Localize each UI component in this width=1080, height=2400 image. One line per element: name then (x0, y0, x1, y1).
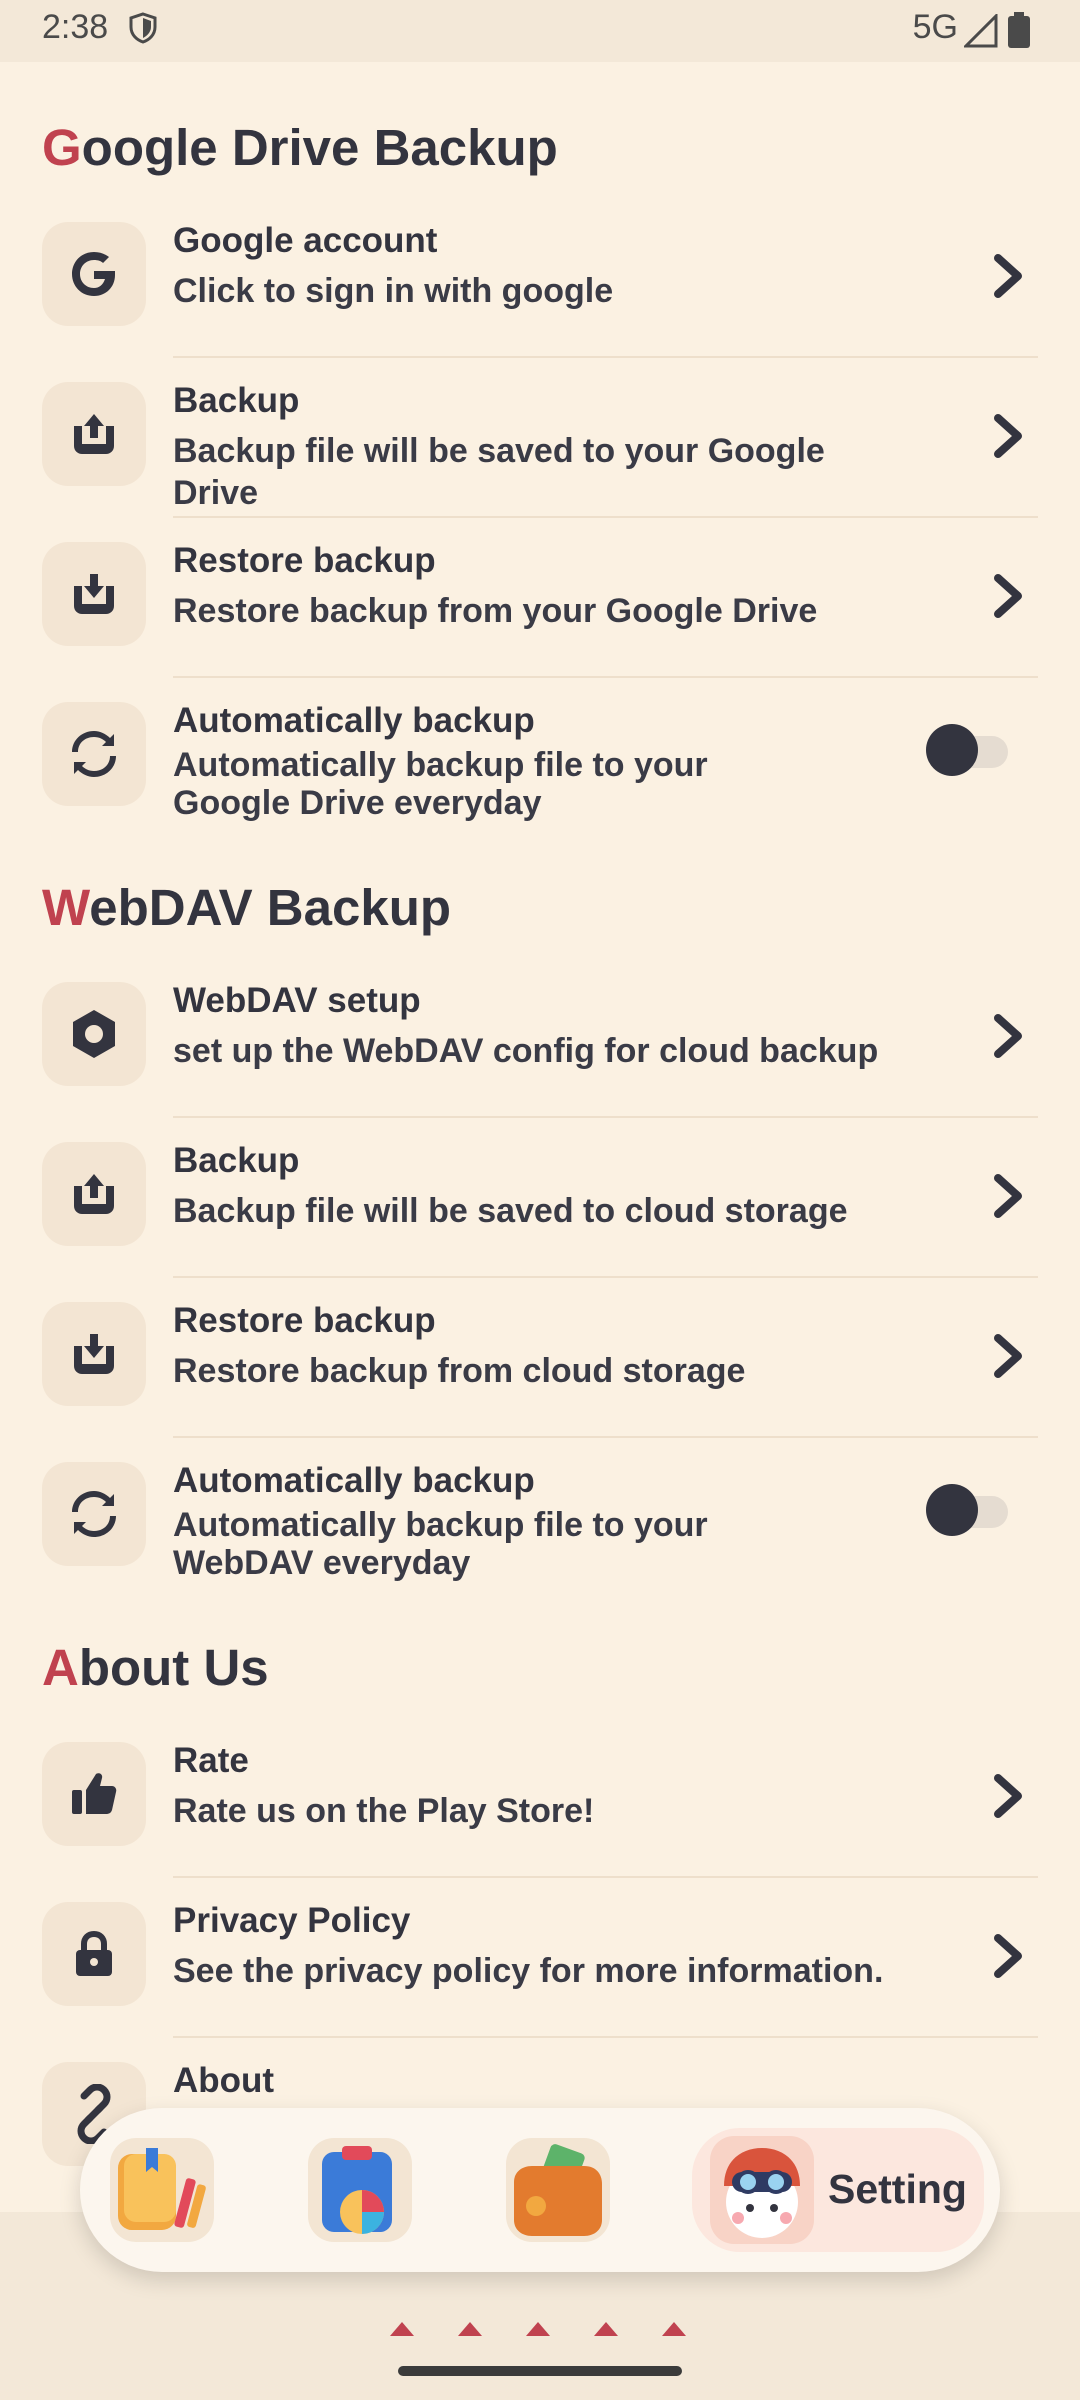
privacy-policy-row[interactable]: Privacy Policy See the privacy policy fo… (0, 1878, 1080, 2038)
tab-wallet[interactable] (506, 2138, 610, 2242)
webdav-restore-row[interactable]: Restore backup Restore backup from cloud… (0, 1278, 1080, 1438)
decorative-triangles (390, 2322, 686, 2336)
row-title: Google account (173, 221, 438, 260)
row-title: Restore backup (173, 1301, 436, 1340)
google-g-icon (42, 222, 146, 326)
gear-hexagon-icon (42, 982, 146, 1086)
upload-tray-icon (42, 382, 146, 486)
pie-chart-clipboard-icon (322, 2146, 392, 2234)
chevron-right-icon (994, 1174, 1022, 1218)
row-title: Rate (173, 1741, 249, 1780)
row-title: Restore backup (173, 541, 436, 580)
wallet-icon (514, 2144, 602, 2236)
row-title: About (173, 2061, 275, 2100)
row-title: Automatically backup (173, 701, 535, 740)
google-auto-backup-toggle[interactable] (926, 724, 1010, 776)
row-subtitle: Automatically backup file to your Google… (173, 746, 708, 822)
row-subtitle: Backup file will be saved to your Google… (173, 432, 825, 512)
chevron-right-icon (994, 254, 1022, 298)
row-subtitle: Click to sign in with google (173, 272, 614, 310)
battery-icon (1008, 12, 1030, 48)
shield-icon (129, 12, 157, 44)
chevron-right-icon (994, 1934, 1022, 1978)
webdav-backup-row[interactable]: Backup Backup file will be saved to clou… (0, 1118, 1080, 1278)
bottom-tab-bar: Setting (80, 2108, 1000, 2272)
row-subtitle: Rate us on the Play Store! (173, 1792, 595, 1830)
google-account-row[interactable]: Google account Click to sign in with goo… (0, 198, 1080, 358)
download-tray-icon (42, 1302, 146, 1406)
rate-row[interactable]: Rate Rate us on the Play Store! (0, 1718, 1080, 1878)
download-tray-icon (42, 542, 146, 646)
upload-tray-icon (42, 1142, 146, 1246)
network-type: 5G (912, 8, 958, 46)
status-bar: 2:38 5G (0, 0, 1080, 62)
section-title-about: About Us (42, 1639, 269, 1696)
row-subtitle: Restore backup from cloud storage (173, 1352, 746, 1390)
google-backup-row[interactable]: Backup Backup file will be saved to your… (0, 358, 1080, 518)
google-restore-row[interactable]: Restore backup Restore backup from your … (0, 518, 1080, 678)
home-indicator[interactable] (398, 2366, 682, 2376)
google-auto-backup-row[interactable]: Automatically backup Automatically backu… (0, 678, 1080, 868)
sync-icon (42, 1462, 146, 1566)
row-subtitle: Backup file will be saved to cloud stora… (173, 1192, 848, 1230)
settings-content[interactable]: Google Drive Backup Google account Click… (0, 62, 1080, 2212)
thumbs-up-icon (42, 1742, 146, 1846)
chevron-right-icon (994, 1334, 1022, 1378)
tab-book[interactable] (110, 2138, 214, 2242)
sync-icon (42, 702, 146, 806)
tab-stats[interactable] (308, 2138, 412, 2242)
row-title: Backup (173, 1141, 300, 1180)
chevron-right-icon (994, 574, 1022, 618)
section-title-webdav: WebDAV Backup (42, 879, 452, 936)
webdav-auto-backup-toggle[interactable] (926, 1484, 1010, 1536)
row-title: Privacy Policy (173, 1901, 411, 1940)
mascot-avatar-icon (724, 2148, 800, 2238)
status-time: 2:38 (42, 8, 109, 46)
lock-icon (42, 1902, 146, 2006)
chevron-right-icon (994, 414, 1022, 458)
webdav-setup-row[interactable]: WebDAV setup set up the WebDAV config fo… (0, 958, 1080, 1118)
row-subtitle: set up the WebDAV config for cloud backu… (173, 1032, 879, 1070)
tab-setting[interactable]: Setting (692, 2128, 984, 2252)
book-icon (118, 2148, 206, 2230)
tab-setting-label: Setting (828, 2166, 967, 2212)
section-title-google-drive: Google Drive Backup (42, 119, 558, 176)
chevron-right-icon (994, 1014, 1022, 1058)
row-title: WebDAV setup (173, 981, 421, 1020)
webdav-auto-backup-row[interactable]: Automatically backup Automatically backu… (0, 1438, 1080, 1628)
chevron-right-icon (994, 1774, 1022, 1818)
row-subtitle: Automatically backup file to your WebDAV… (173, 1506, 708, 1582)
row-title: Automatically backup (173, 1461, 535, 1500)
row-title: Backup (173, 381, 300, 420)
signal-icon (964, 14, 998, 48)
row-subtitle: See the privacy policy for more informat… (173, 1952, 884, 1990)
avatar (710, 2136, 814, 2244)
row-subtitle: Restore backup from your Google Drive (173, 592, 818, 630)
